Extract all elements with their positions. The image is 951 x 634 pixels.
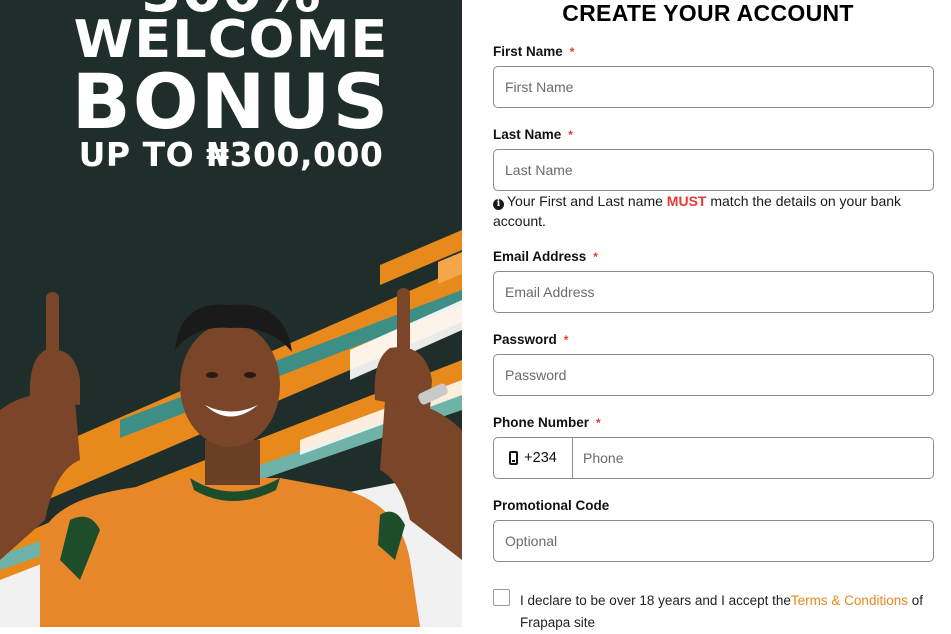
phone-field-group: +234 xyxy=(493,437,934,479)
password-label: Password * xyxy=(493,332,568,347)
name-match-notice: i Your First and Last name MUST match the… xyxy=(493,191,923,231)
promo-code-label-text: Promotional Code xyxy=(493,498,610,513)
country-code-prefix: +234 xyxy=(494,438,573,478)
mobile-phone-icon xyxy=(509,451,519,465)
password-label-text: Password xyxy=(493,332,557,347)
terms-checkbox[interactable] xyxy=(493,589,510,606)
terms-declaration: I declare to be over 18 years and I acce… xyxy=(520,590,930,634)
email-label: Email Address * xyxy=(493,249,598,264)
promo-bonus-text: BONUS xyxy=(71,57,391,146)
promo-code-input[interactable] xyxy=(493,520,934,562)
email-input[interactable] xyxy=(493,271,934,313)
phone-label: Phone Number * xyxy=(493,415,601,430)
email-label-text: Email Address xyxy=(493,249,587,264)
registration-form: CREATE YOUR ACCOUNT First Name * Last Nam… xyxy=(462,0,951,630)
country-code-text: +234 xyxy=(524,450,557,466)
required-mark: * xyxy=(596,416,601,430)
last-name-label-text: Last Name xyxy=(493,127,562,142)
notice-text-before: Your First and Last name xyxy=(507,193,667,209)
terms-conditions-link[interactable]: Terms & Conditions xyxy=(791,593,908,608)
phone-label-text: Phone Number xyxy=(493,415,590,430)
notice-emphasis: MUST xyxy=(666,193,707,209)
promo-banner: 300% WELCOME BONUS UP TO ₦300,000 xyxy=(0,0,462,627)
first-name-label: First Name * xyxy=(493,44,574,59)
info-icon: i xyxy=(493,199,504,210)
phone-input[interactable] xyxy=(573,438,933,478)
promo-amount-text: UP TO ₦300,000 xyxy=(78,135,384,174)
required-mark: * xyxy=(593,250,598,264)
required-mark: * xyxy=(569,45,575,59)
terms-text-before: I declare to be over 18 years and I acce… xyxy=(520,593,791,608)
last-name-label: Last Name * xyxy=(493,127,573,142)
promo-code-label: Promotional Code xyxy=(493,498,609,513)
first-name-label-text: First Name xyxy=(493,44,563,59)
form-title: CREATE YOUR ACCOUNT xyxy=(562,0,854,26)
first-name-input[interactable] xyxy=(493,66,934,108)
password-input[interactable] xyxy=(493,354,934,396)
required-mark: * xyxy=(563,333,569,347)
last-name-input[interactable] xyxy=(493,149,934,191)
required-mark: * xyxy=(568,128,573,142)
